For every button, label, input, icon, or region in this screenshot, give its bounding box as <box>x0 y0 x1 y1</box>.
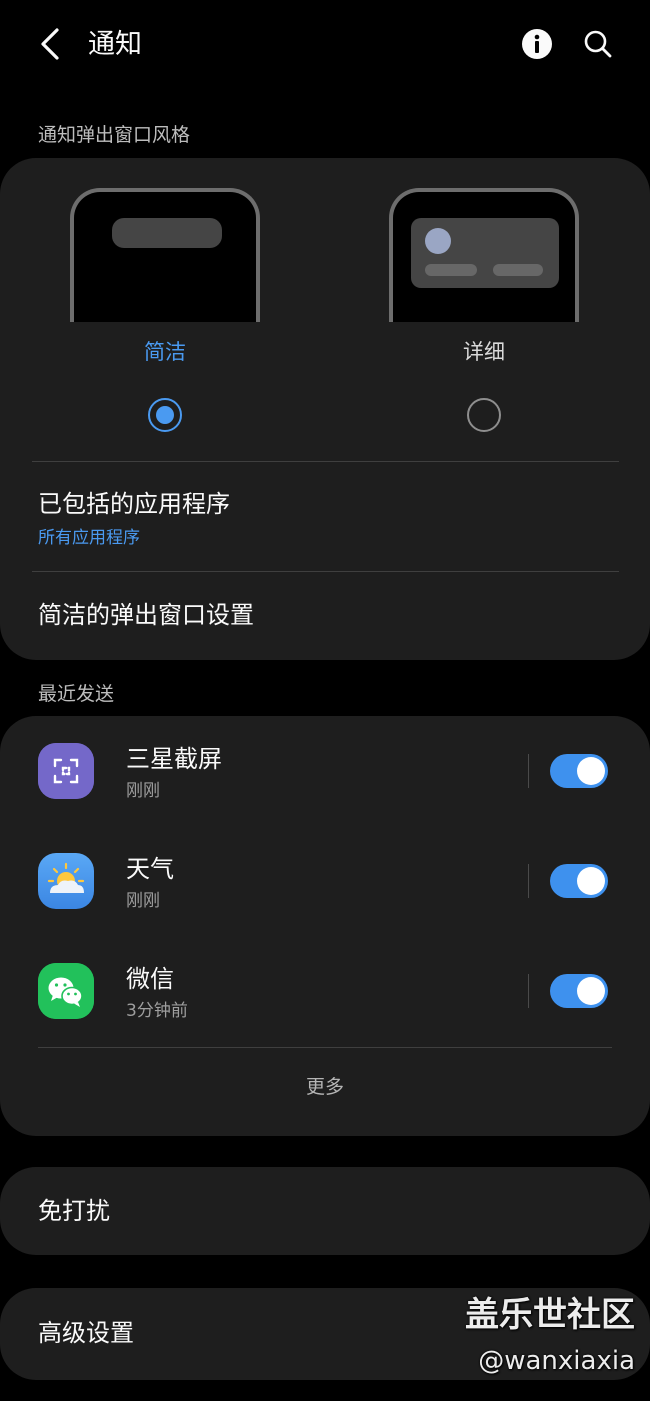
back-button[interactable] <box>30 24 70 64</box>
search-icon <box>584 30 612 58</box>
do-not-disturb-row[interactable]: 免打扰 <box>0 1167 650 1255</box>
screenshot-icon <box>38 743 94 799</box>
popup-style-card: 简洁 详细 已包括的应用程序 所有应用程序 简洁的弹出窗口设置 <box>0 158 650 660</box>
toggle-knob <box>577 867 605 895</box>
included-apps-value: 所有应用程序 <box>38 528 140 548</box>
search-button[interactable] <box>578 24 618 64</box>
wechat-icon <box>38 963 94 1019</box>
phone-frame <box>70 188 260 322</box>
detailed-style-preview[interactable] <box>389 188 579 322</box>
popup-style-section-label: 通知弹出窗口风格 <box>38 124 191 146</box>
recent-app-row[interactable]: 三星截屏 刚刚 <box>0 716 650 826</box>
recent-apps-card: 三星截屏 刚刚 天气 刚刚 微信 3分钟前 更多 <box>0 716 650 1136</box>
brief-style-label: 简洁 <box>144 340 186 364</box>
detailed-style-radio[interactable] <box>467 398 501 432</box>
divider <box>38 1047 612 1048</box>
detailed-style-label: 详细 <box>463 340 505 364</box>
app-name: 天气 <box>126 855 174 883</box>
app-bar: 通知 <box>0 0 650 92</box>
brief-pill <box>112 218 222 248</box>
detailed-avatar <box>425 228 451 254</box>
separator <box>528 754 529 788</box>
do-not-disturb-title: 免打扰 <box>38 1197 110 1225</box>
toggle-knob <box>577 977 605 1005</box>
more-button[interactable]: 更多 <box>0 1074 650 1100</box>
detailed-line <box>493 264 543 276</box>
app-time: 3分钟前 <box>126 1001 188 1021</box>
weather-icon <box>38 853 94 909</box>
brief-style-preview[interactable] <box>70 188 260 322</box>
brief-popup-settings-title: 简洁的弹出窗口设置 <box>38 601 254 629</box>
detailed-card <box>411 218 559 288</box>
wechat-toggle[interactable] <box>550 974 608 1008</box>
app-name: 微信 <box>126 965 174 993</box>
app-time: 刚刚 <box>126 891 160 911</box>
info-icon <box>522 29 552 59</box>
phone-frame <box>389 188 579 322</box>
recent-app-row[interactable]: 天气 刚刚 <box>0 826 650 936</box>
separator <box>528 864 529 898</box>
radio-dot <box>156 406 174 424</box>
brief-popup-settings-row[interactable]: 简洁的弹出窗口设置 <box>0 572 650 660</box>
app-time: 刚刚 <box>126 781 160 801</box>
chevron-left-icon <box>41 28 59 60</box>
toggle-knob <box>577 757 605 785</box>
brief-style-radio[interactable] <box>148 398 182 432</box>
included-apps-row[interactable]: 已包括的应用程序 所有应用程序 <box>0 462 650 572</box>
detailed-line <box>425 264 477 276</box>
weather-toggle[interactable] <box>550 864 608 898</box>
recent-section-label: 最近发送 <box>38 683 115 705</box>
watermark-logo-text: 盖乐世社区 <box>465 1295 635 1335</box>
watermark-handle: @wanxiaxia <box>478 1346 635 1376</box>
recent-app-row[interactable]: 微信 3分钟前 <box>0 936 650 1046</box>
advanced-settings-title: 高级设置 <box>38 1319 134 1347</box>
screenshot-toggle[interactable] <box>550 754 608 788</box>
page-title: 通知 <box>88 29 142 60</box>
included-apps-title: 已包括的应用程序 <box>38 490 230 518</box>
info-button[interactable] <box>517 24 557 64</box>
separator <box>528 974 529 1008</box>
app-name: 三星截屏 <box>126 745 222 773</box>
